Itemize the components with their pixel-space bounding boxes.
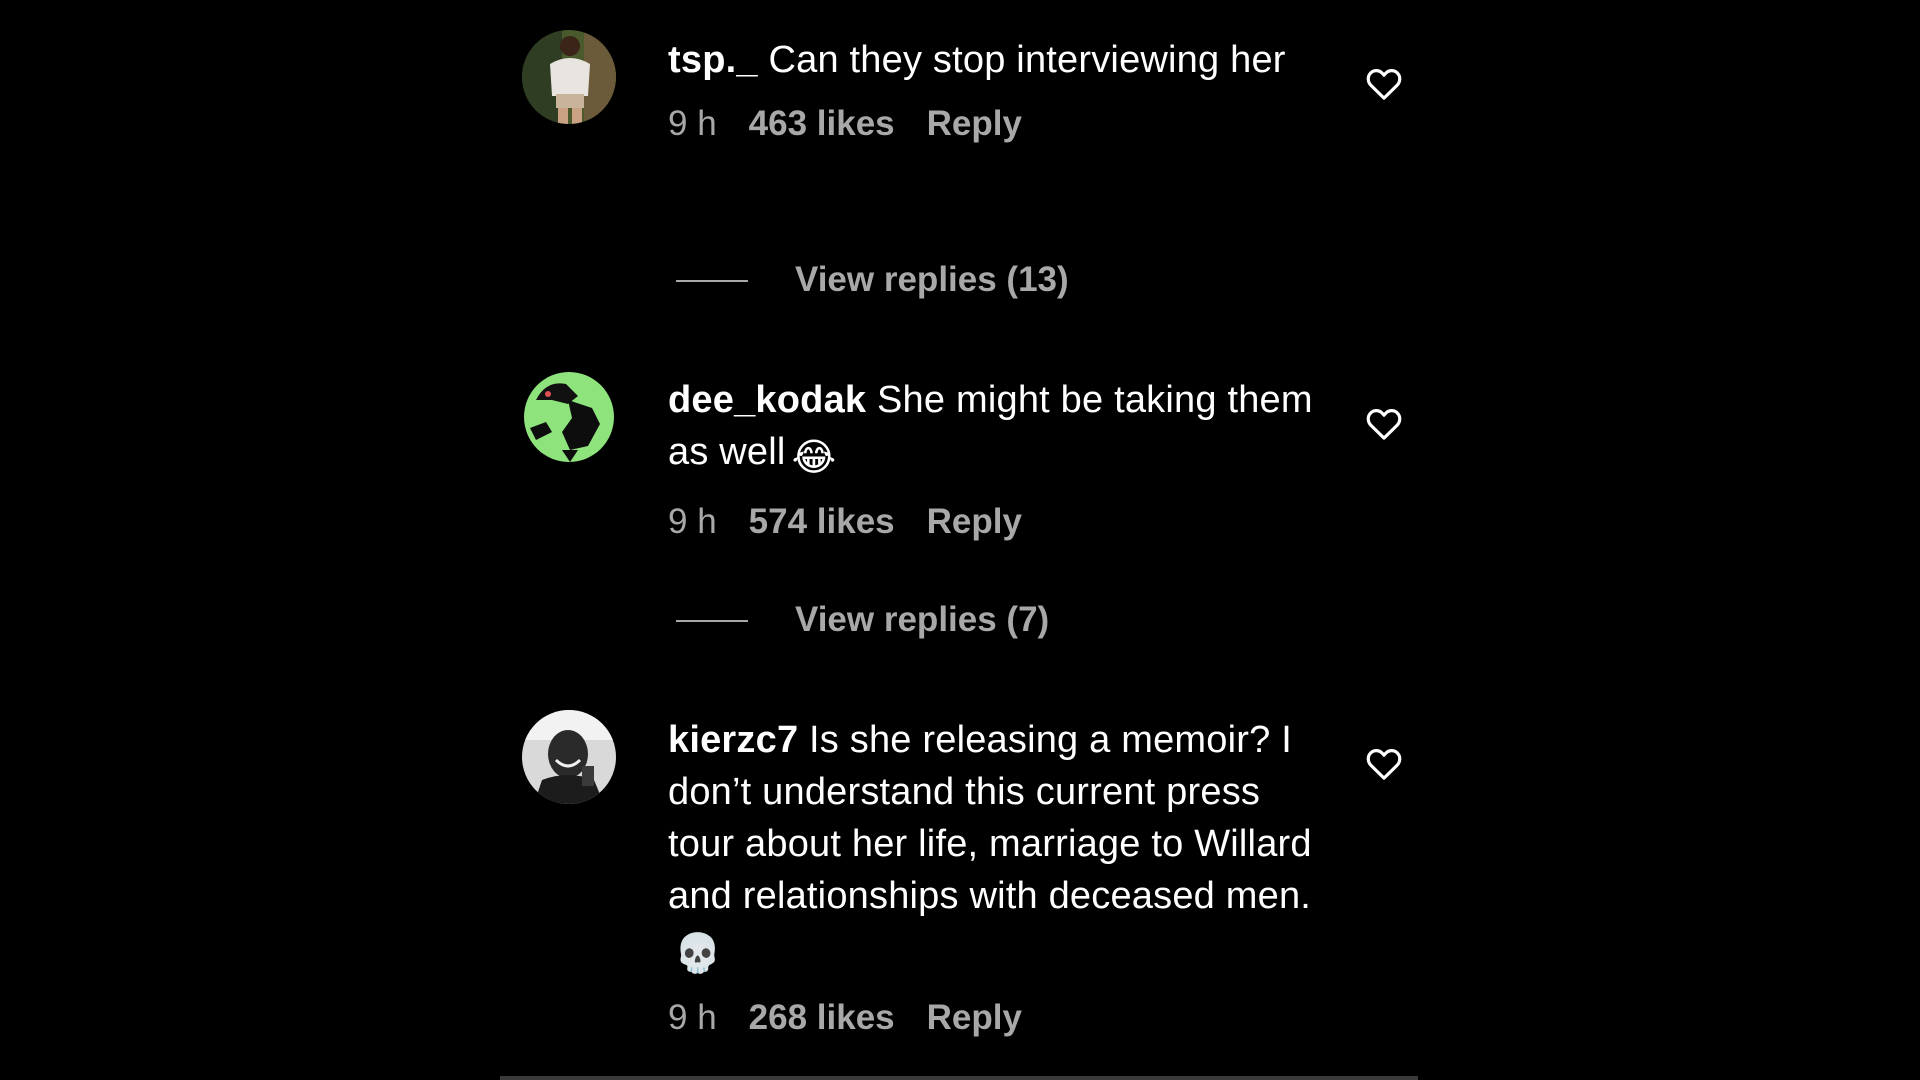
comment-body: dee_kodak She might be taking them as we… xyxy=(668,370,1328,542)
divider xyxy=(500,1076,1418,1080)
replies-divider-line xyxy=(676,620,748,622)
comment-text: kierzc7 Is she releasing a memoir? I don… xyxy=(668,710,1328,980)
avatar[interactable] xyxy=(522,710,616,804)
avatar-image xyxy=(522,30,616,124)
reply-button[interactable]: Reply xyxy=(927,502,1022,541)
comment-meta: 9 h 268 likes Reply xyxy=(668,998,1328,1038)
view-replies-label: View replies (13) xyxy=(795,260,1069,299)
heart-outline-icon[interactable] xyxy=(1364,404,1404,444)
tears-of-joy-emoji-icon: 😂 xyxy=(791,437,837,479)
comment-body: tsp._ Can they stop interviewing her 9 h… xyxy=(668,30,1328,144)
replies-divider-line xyxy=(676,280,748,282)
heart-outline-icon[interactable] xyxy=(1364,744,1404,784)
avatar-image xyxy=(522,370,616,464)
comment-text: tsp._ Can they stop interviewing her xyxy=(668,30,1328,86)
comment-username[interactable]: kierzc7 xyxy=(668,719,798,761)
reply-button[interactable]: Reply xyxy=(927,104,1022,143)
comment-body: kierzc7 Is she releasing a memoir? I don… xyxy=(668,710,1328,1038)
comment-feed: tsp._ Can they stop interviewing her 9 h… xyxy=(0,0,1920,1080)
comment-likes-count[interactable]: 268 likes xyxy=(749,998,895,1037)
avatar[interactable] xyxy=(522,370,616,464)
comment-username[interactable]: dee_kodak xyxy=(668,379,866,421)
view-replies-label: View replies (7) xyxy=(795,600,1050,639)
skull-emoji-icon: 💀 xyxy=(674,933,722,975)
comment-meta: 9 h 463 likes Reply xyxy=(668,104,1328,144)
reply-button[interactable]: Reply xyxy=(927,998,1022,1037)
comment-timestamp: 9 h xyxy=(668,998,717,1037)
comment-username[interactable]: tsp._ xyxy=(668,39,758,81)
comment-meta: 9 h 574 likes Reply xyxy=(668,502,1328,542)
avatar-image xyxy=(522,710,616,804)
comment-text: dee_kodak She might be taking them as we… xyxy=(668,370,1328,484)
comment-message: Can they stop interviewing her xyxy=(768,39,1286,81)
comment-timestamp: 9 h xyxy=(668,104,717,143)
comment-timestamp: 9 h xyxy=(668,502,717,541)
heart-outline-icon[interactable] xyxy=(1364,64,1404,104)
comment-likes-count[interactable]: 463 likes xyxy=(749,104,895,143)
comment-likes-count[interactable]: 574 likes xyxy=(749,502,895,541)
avatar[interactable] xyxy=(522,30,616,124)
